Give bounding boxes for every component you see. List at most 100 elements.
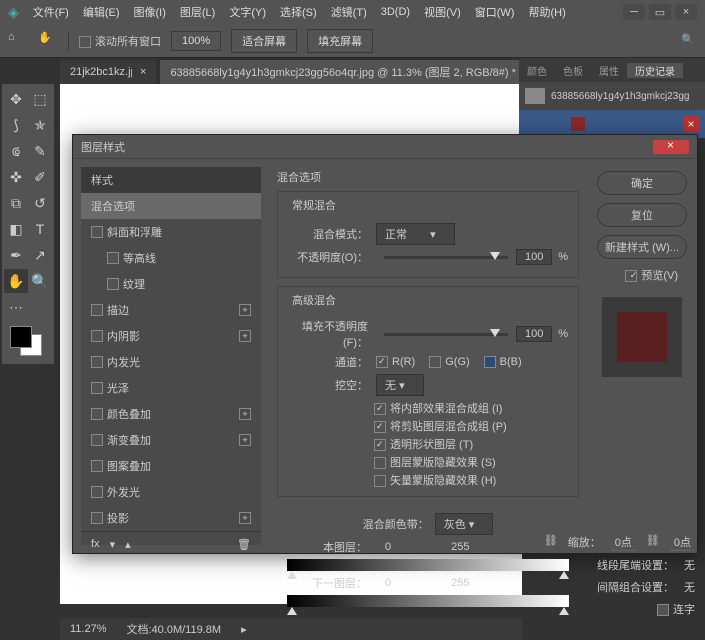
fit-screen-button[interactable]: 适合屏幕 <box>231 29 297 53</box>
add-effect-icon[interactable]: + <box>239 408 251 420</box>
menu-3d[interactable]: 3D(D) <box>381 6 410 18</box>
layer-mask-hides-checkbox[interactable]: 图层蒙版隐藏效果 (S) <box>374 454 568 470</box>
ligatures-checkbox[interactable]: 连字 <box>657 601 695 617</box>
fill-opacity-input[interactable]: 100 <box>516 326 552 342</box>
dialog-close-button[interactable] <box>653 140 689 154</box>
menu-filter[interactable]: 滤镜(T) <box>331 4 367 20</box>
chevron-up-icon[interactable]: ▴ <box>125 538 131 551</box>
add-effect-icon[interactable]: + <box>239 434 251 446</box>
effect-color-overlay[interactable]: 颜色叠加+ <box>81 401 261 427</box>
menu-help[interactable]: 帮助(H) <box>528 4 565 20</box>
panel-tab-history[interactable]: 历史记录 <box>627 63 683 78</box>
search-icon[interactable]: 🔍 <box>681 33 697 49</box>
channel-g-checkbox[interactable]: G(G) <box>429 356 469 368</box>
type-tool-icon[interactable]: T <box>28 217 52 241</box>
chain-icon[interactable]: ⛓ <box>646 534 660 551</box>
close-icon[interactable]: × <box>683 116 699 132</box>
scroll-all-checkbox[interactable]: 滚动所有窗口 <box>79 33 161 49</box>
magic-wand-tool-icon[interactable]: ✯ <box>28 113 52 137</box>
fill-opacity-slider[interactable] <box>384 333 508 336</box>
preview-checkbox[interactable]: 预览(V) <box>598 267 678 283</box>
fill-screen-button[interactable]: 填充屏幕 <box>307 29 373 53</box>
blend-if-select[interactable]: 灰色 ▾ <box>435 513 494 535</box>
menu-edit[interactable]: 编辑(E) <box>83 4 120 20</box>
cancel-button[interactable]: 复位 <box>597 203 687 227</box>
window-restore[interactable]: ▭ <box>649 4 671 20</box>
pen-tool-icon[interactable]: ✒ <box>4 243 28 267</box>
menu-type[interactable]: 文字(Y) <box>229 4 266 20</box>
lasso-tool-icon[interactable]: ⟆ <box>4 113 28 137</box>
zoom-100-button[interactable]: 100% <box>171 31 221 51</box>
new-style-button[interactable]: 新建样式 (W)... <box>597 235 687 259</box>
path-tool-icon[interactable]: ↗ <box>28 243 52 267</box>
chain-icon[interactable]: ⛓ <box>544 534 558 551</box>
trash-icon[interactable]: 🗑 <box>237 538 251 551</box>
close-icon[interactable]: × <box>140 66 146 78</box>
underlying-gradient[interactable] <box>287 595 569 607</box>
dialog-titlebar[interactable]: 图层样式 <box>73 135 697 159</box>
brush-tool-icon[interactable]: ✐ <box>28 165 52 189</box>
channel-r-checkbox[interactable]: R(R) <box>376 356 415 368</box>
effect-inner-glow[interactable]: 内发光 <box>81 349 261 375</box>
panel-tab-color[interactable]: 颜色 <box>519 63 555 78</box>
effect-blending-options[interactable]: 混合选项 <box>81 193 261 219</box>
window-minimize[interactable]: ─ <box>623 4 645 20</box>
add-effect-icon[interactable]: + <box>239 512 251 524</box>
blend-interior-checkbox[interactable]: 将内部效果混合成组 (I) <box>374 400 568 416</box>
history-brush-icon[interactable]: ↺ <box>28 191 52 215</box>
menu-window[interactable]: 窗口(W) <box>475 4 515 20</box>
add-effect-icon[interactable]: + <box>239 330 251 342</box>
stroke-options-panel: ⛓缩放：0点⛓0点 线段尾端设置：无 间隔组合设置：无 连字 <box>531 531 705 620</box>
effect-outer-glow[interactable]: 外发光 <box>81 479 261 505</box>
document-tab[interactable]: 21jk2bc1kz.jpg× <box>60 60 156 84</box>
eyedropper-tool-icon[interactable]: ✎ <box>28 139 52 163</box>
panel-tab-properties[interactable]: 属性 <box>591 63 627 78</box>
effect-pattern-overlay[interactable]: 图案叠加 <box>81 453 261 479</box>
channel-b-checkbox[interactable]: B(B) <box>484 356 522 368</box>
menu-view[interactable]: 视图(V) <box>424 4 461 20</box>
clone-tool-icon[interactable]: ⧉ <box>4 191 28 215</box>
panel-tab-swatches[interactable]: 色板 <box>555 63 591 78</box>
zoom-level[interactable]: 11.27% <box>70 623 107 635</box>
home-icon[interactable]: ⌂ <box>8 31 28 51</box>
doc-size[interactable]: 文档:40.0M/119.8M <box>127 621 222 637</box>
add-effect-icon[interactable]: + <box>239 304 251 316</box>
opacity-input[interactable]: 100 <box>516 249 552 265</box>
effect-drop-shadow[interactable]: 投影+ <box>81 505 261 531</box>
crop-tool-icon[interactable]: ⟃ <box>4 139 28 163</box>
eraser-tool-icon[interactable]: ◧ <box>4 217 28 241</box>
window-close[interactable]: × <box>675 4 697 20</box>
marquee-tool-icon[interactable]: ⬚ <box>28 87 52 111</box>
menu-image[interactable]: 图像(I) <box>134 4 166 20</box>
transparency-shapes-checkbox[interactable]: 透明形状图层 (T) <box>374 436 568 452</box>
chevron-down-icon[interactable]: ▾ <box>110 538 116 551</box>
move-tool-icon[interactable]: ✥ <box>4 87 28 111</box>
effect-satin[interactable]: 光泽 <box>81 375 261 401</box>
effect-gradient-overlay[interactable]: 渐变叠加+ <box>81 427 261 453</box>
history-item[interactable]: 63885668ly1g4y1h3gmkcj23gg <box>519 82 705 110</box>
opacity-slider[interactable] <box>384 256 508 259</box>
zoom-tool-icon[interactable]: 🔍 <box>28 269 52 293</box>
ok-button[interactable]: 确定 <box>597 171 687 195</box>
menu-file[interactable]: 文件(F) <box>33 4 69 20</box>
menu-layer[interactable]: 图层(L) <box>180 4 215 20</box>
knockout-select[interactable]: 无 ▾ <box>376 374 424 396</box>
vector-mask-hides-checkbox[interactable]: 矢量蒙版隐藏效果 (H) <box>374 472 568 488</box>
blend-mode-select[interactable]: 正常 ▾ <box>376 223 455 245</box>
effect-contour[interactable]: 等高线 <box>81 245 261 271</box>
edit-toolbar-icon[interactable]: ⋯ <box>4 295 28 319</box>
effect-texture[interactable]: 纹理 <box>81 271 261 297</box>
document-tab[interactable]: 63885668ly1g4y1h3gmkcj23gg56o4qr.jpg @ 1… <box>160 60 540 84</box>
color-swatches[interactable] <box>10 326 46 356</box>
menu-select[interactable]: 选择(S) <box>280 4 317 20</box>
effect-bevel[interactable]: 斜面和浮雕 <box>81 219 261 245</box>
fx-icon[interactable]: fx <box>91 538 100 551</box>
chevron-right-icon[interactable]: ▸ <box>241 623 247 636</box>
this-layer-gradient[interactable] <box>287 559 569 571</box>
blend-clipped-checkbox[interactable]: 将剪贴图层混合成组 (P) <box>374 418 568 434</box>
healing-tool-icon[interactable]: ✜ <box>4 165 28 189</box>
effect-inner-shadow[interactable]: 内阴影+ <box>81 323 261 349</box>
effect-stroke[interactable]: 描边+ <box>81 297 261 323</box>
hand-tool-icon[interactable]: ✋ <box>4 269 28 293</box>
hand-tool-icon[interactable]: ✋ <box>38 31 58 51</box>
